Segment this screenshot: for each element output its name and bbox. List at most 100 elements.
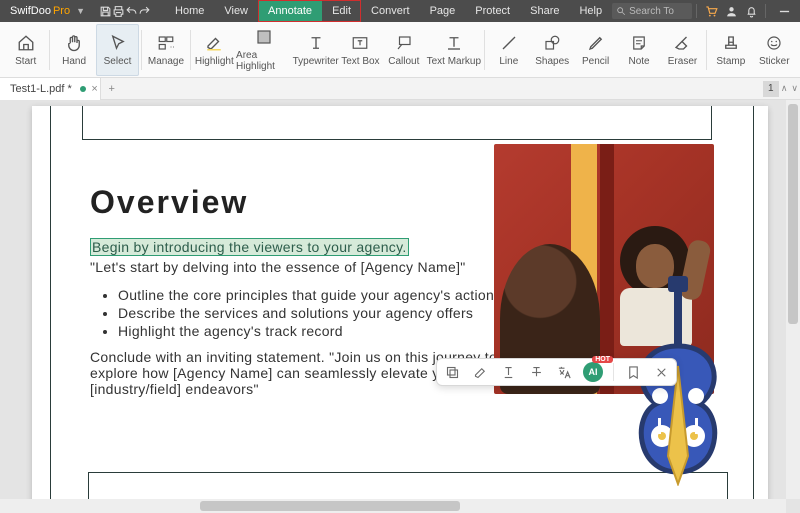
bullet-list: Outline the core principles that guide y… <box>118 287 510 339</box>
text-markup-icon <box>444 33 464 53</box>
menu-items: Home View Annotate Edit Convert Page Pro… <box>165 0 612 22</box>
list-item: Outline the core principles that guide y… <box>118 287 510 303</box>
ribbon: Start Hand Select ⋯Manage Highlight Area… <box>0 22 800 78</box>
bookmark-icon[interactable] <box>624 363 642 381</box>
bell-icon[interactable] <box>741 5 761 18</box>
tool-highlight[interactable]: Highlight <box>193 24 236 76</box>
tool-sticker[interactable]: Sticker <box>753 24 796 76</box>
window-minimize[interactable] <box>770 0 798 22</box>
home-icon <box>16 33 36 53</box>
vertical-scrollbar[interactable] <box>786 100 800 499</box>
tool-line[interactable]: Line <box>487 24 530 76</box>
tool-textbox[interactable]: Text Box <box>339 24 382 76</box>
tool-area-highlight[interactable]: Area Highlight <box>236 24 293 76</box>
app-dropdown-icon[interactable]: ▼ <box>76 6 85 16</box>
tool-start[interactable]: Start <box>4 24 47 76</box>
highlight-icon <box>204 33 224 53</box>
tool-stamp[interactable]: Stamp <box>709 24 752 76</box>
menu-label: Edit <box>332 5 351 17</box>
tool-label: Note <box>629 56 650 67</box>
menu-label: Help <box>579 5 602 17</box>
selection-toolbar: AIHOT <box>436 358 677 386</box>
copy-icon[interactable] <box>443 363 461 381</box>
tab-title: Test1-L.pdf * <box>10 83 72 95</box>
textbox-icon <box>350 33 370 53</box>
page-canvas[interactable]: Overview Begin by introducing the viewer… <box>32 106 768 506</box>
tool-label: Manage <box>148 56 184 67</box>
tool-label: Text Markup <box>427 56 481 67</box>
highlighted-text[interactable]: Begin by introducing the viewers to your… <box>90 238 409 256</box>
tool-label: Start <box>15 56 36 67</box>
note-icon <box>629 33 649 53</box>
highlight-pen-icon[interactable] <box>471 363 489 381</box>
page-down-icon[interactable]: ∨ <box>789 83 800 94</box>
document-tab[interactable]: Test1-L.pdf * × <box>0 78 101 100</box>
tool-note[interactable]: Note <box>617 24 660 76</box>
menu-label: Home <box>175 5 204 17</box>
menu-label: Page <box>430 5 456 17</box>
tool-label: Area Highlight <box>236 50 293 72</box>
print-icon[interactable] <box>112 5 125 18</box>
translate-icon[interactable] <box>555 363 573 381</box>
line-icon <box>499 33 519 53</box>
tool-label: Text Box <box>341 56 379 67</box>
list-item: Describe the services and solutions your… <box>118 305 510 321</box>
tool-label: Hand <box>62 56 86 67</box>
tool-callout[interactable]: Callout <box>382 24 425 76</box>
menu-share[interactable]: Share <box>520 0 569 22</box>
page-frame-top <box>82 106 712 140</box>
text-underline-icon[interactable] <box>499 363 517 381</box>
scroll-thumb[interactable] <box>200 501 460 511</box>
hot-badge: HOT <box>592 356 613 363</box>
save-icon[interactable] <box>99 5 112 18</box>
tool-typewriter[interactable]: Typewriter <box>293 24 339 76</box>
text-strikethrough-icon[interactable] <box>527 363 545 381</box>
menu-protect[interactable]: Protect <box>465 0 520 22</box>
add-tab-button[interactable]: + <box>101 83 123 95</box>
page-number[interactable]: 1 <box>763 81 779 97</box>
stamp-icon <box>721 33 741 53</box>
redo-icon[interactable] <box>138 5 151 18</box>
tool-hand[interactable]: Hand <box>52 24 95 76</box>
undo-icon[interactable] <box>125 5 138 18</box>
document-area: Overview Begin by introducing the viewer… <box>0 100 800 513</box>
menu-annotate[interactable]: Annotate <box>258 0 322 22</box>
close-toolbar-icon[interactable] <box>652 363 670 381</box>
tool-pencil[interactable]: Pencil <box>574 24 617 76</box>
user-icon[interactable] <box>721 5 741 18</box>
tool-select[interactable]: Select <box>96 24 140 76</box>
search-placeholder: Search To <box>629 6 674 17</box>
tool-text-markup[interactable]: Text Markup <box>426 24 483 76</box>
tool-label: Shapes <box>535 56 569 67</box>
tool-shapes[interactable]: Shapes <box>531 24 574 76</box>
cursor-icon <box>108 33 128 53</box>
menu-label: Share <box>530 5 559 17</box>
menu-page[interactable]: Page <box>420 0 466 22</box>
tool-manage[interactable]: ⋯Manage <box>144 24 187 76</box>
menu-convert[interactable]: Convert <box>361 0 420 22</box>
menu-home[interactable]: Home <box>165 0 214 22</box>
menu-label: Convert <box>371 5 410 17</box>
menu-help[interactable]: Help <box>569 0 612 22</box>
tab-close-icon[interactable]: × <box>91 83 97 95</box>
page-up-icon[interactable]: ∧ <box>779 83 790 94</box>
menubar: SwifDoo Pro ▼ Home View Annotate Edit Co… <box>0 0 800 22</box>
tool-eraser[interactable]: Eraser <box>661 24 704 76</box>
menu-view[interactable]: View <box>214 0 258 22</box>
eraser-icon <box>672 33 692 53</box>
app-suffix: Pro <box>53 5 70 17</box>
menu-label: View <box>224 5 248 17</box>
horizontal-scrollbar[interactable] <box>0 499 786 513</box>
cart-icon[interactable] <box>701 4 721 18</box>
ai-button[interactable]: AIHOT <box>583 362 603 382</box>
menu-label: Protect <box>475 5 510 17</box>
typewriter-icon <box>306 33 326 53</box>
menu-edit[interactable]: Edit <box>322 0 361 22</box>
search-icon <box>616 6 626 16</box>
page-indicator: 1 ∧ ∨ <box>763 81 800 97</box>
tool-label: Sticker <box>759 56 790 67</box>
page-heading: Overview <box>90 184 510 221</box>
scroll-thumb[interactable] <box>788 104 798 324</box>
tool-label: Callout <box>388 56 419 67</box>
search-input[interactable]: Search To <box>612 3 692 19</box>
